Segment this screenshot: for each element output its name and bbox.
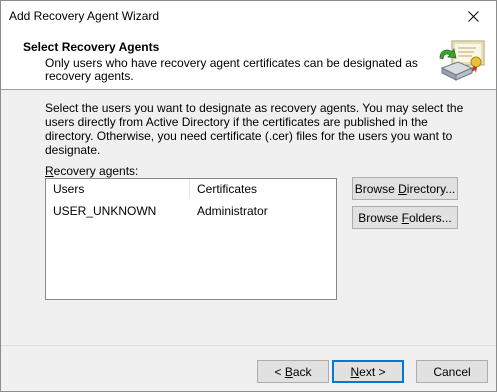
page-description: Only users who have recovery agent certi… — [45, 56, 418, 83]
recovery-agents-label-rest: ecovery agents: — [53, 164, 139, 178]
browse-folders-button[interactable]: Browse Folders... — [352, 206, 458, 229]
browse-folders-label: Browse Folders... — [358, 210, 452, 225]
column-header-users[interactable]: Users — [46, 179, 190, 199]
browse-directory-button[interactable]: Browse Directory... — [352, 177, 458, 200]
wizard-footer: < Back Next > Cancel — [1, 345, 496, 391]
back-button-label: < Back — [274, 364, 312, 379]
close-button[interactable] — [451, 1, 496, 31]
wizard-window: Add Recovery Agent Wizard Select Recover… — [0, 0, 497, 392]
list-item[interactable]: USER_UNKNOWN Administrator — [46, 202, 336, 220]
back-button[interactable]: < Back — [257, 360, 329, 383]
title-bar: Add Recovery Agent Wizard — [1, 1, 496, 32]
list-item-user: USER_UNKNOWN — [53, 204, 157, 218]
certificate-wizard-icon — [439, 40, 485, 81]
recovery-agents-label: Recovery agents: — [45, 164, 139, 178]
page-title: Select Recovery Agents — [23, 40, 160, 54]
next-button[interactable]: Next > — [332, 360, 404, 383]
list-item-certificate: Administrator — [197, 204, 268, 218]
window-title: Add Recovery Agent Wizard — [9, 9, 160, 23]
instructions-text: Select the users you want to designate a… — [45, 101, 464, 157]
column-header-certificates[interactable]: Certificates — [190, 179, 336, 199]
cancel-button[interactable]: Cancel — [416, 360, 488, 383]
recovery-agents-list[interactable]: Users Certificates USER_UNKNOWN Administ… — [45, 178, 337, 300]
wizard-body: Select the users you want to designate a… — [1, 91, 496, 345]
browse-directory-label: Browse Directory... — [354, 181, 456, 196]
next-button-label: Next > — [350, 364, 386, 379]
wizard-header: Select Recovery Agents Only users who ha… — [1, 32, 496, 90]
list-header: Users Certificates — [46, 179, 336, 199]
close-icon — [468, 10, 479, 22]
